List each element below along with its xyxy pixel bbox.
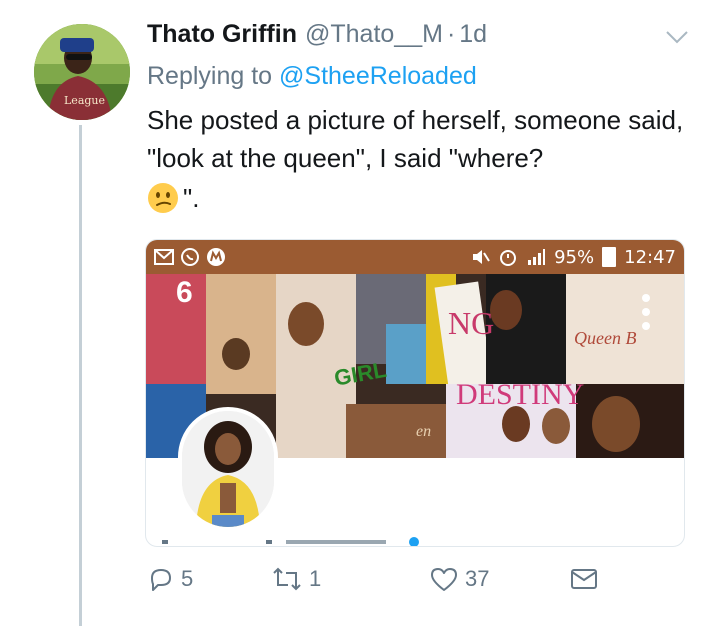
chevron-down-icon[interactable]: [664, 28, 690, 46]
reply-mention-link[interactable]: @StheeReloaded: [279, 62, 477, 90]
reply-icon: [151, 569, 171, 591]
user-handle[interactable]: @Thato__M: [305, 20, 443, 49]
whatsapp-icon: [181, 248, 199, 266]
like-count: 37: [465, 566, 490, 591]
card-bottom-strip: [162, 537, 419, 546]
svg-text:6: 6: [176, 276, 193, 309]
reply-prefix: Replying to: [147, 62, 273, 90]
alarm-icon: [500, 250, 517, 266]
separator-dot: ·: [446, 20, 456, 48]
tweet-header: Thato Griffin @Thato__M · 1d: [147, 20, 487, 52]
media-card[interactable]: 95% 12:47 6 GIRL NG DESTINY Queen B en: [145, 239, 685, 547]
mute-icon: [473, 250, 490, 264]
confused-face-icon: [148, 183, 178, 213]
retweet-button[interactable]: 1: [271, 562, 321, 596]
avatar[interactable]: League: [34, 24, 130, 120]
tweet-text-suffix: ".: [183, 182, 200, 213]
like-button[interactable]: 37: [429, 562, 489, 596]
tweet-text-emoji-line: ".: [147, 180, 199, 216]
avatar-photo: League: [34, 24, 130, 120]
reply-button[interactable]: 5: [147, 562, 193, 596]
collage-label-en: en: [416, 423, 431, 440]
direct-message-button[interactable]: [569, 562, 599, 596]
display-name[interactable]: Thato Griffin: [147, 20, 297, 49]
tweet-actions: 5 1 37: [147, 562, 607, 596]
collage-label-destiny: DESTINY: [456, 378, 584, 411]
tweet-time[interactable]: 1d: [459, 20, 487, 49]
avatar-shirt-text: League: [64, 94, 105, 107]
heart-icon: [431, 568, 457, 591]
profile-photo-circle: [178, 407, 278, 531]
reply-context: Replying to @StheeReloaded: [147, 62, 477, 91]
gmail-icon: [154, 249, 174, 265]
battery-percent: 95%: [554, 246, 595, 268]
reply-count: 5: [181, 566, 194, 591]
app-m-icon: [207, 248, 225, 266]
tweet-text: She posted a picture of herself, someone…: [147, 105, 684, 173]
envelope-icon: [571, 569, 597, 589]
status-clock: 12:47: [624, 246, 676, 268]
collage-label-ng: NG: [448, 305, 494, 341]
woman-portrait-image: [182, 411, 274, 527]
retweet-icon: [273, 567, 301, 591]
battery-icon: [602, 247, 617, 267]
collage-label-queen: Queen B: [574, 328, 636, 348]
screenshot-status-bar: 95% 12:47: [146, 240, 684, 274]
retweet-count: 1: [309, 566, 322, 591]
signal-icon: [528, 249, 546, 265]
thread-line: [79, 125, 82, 626]
